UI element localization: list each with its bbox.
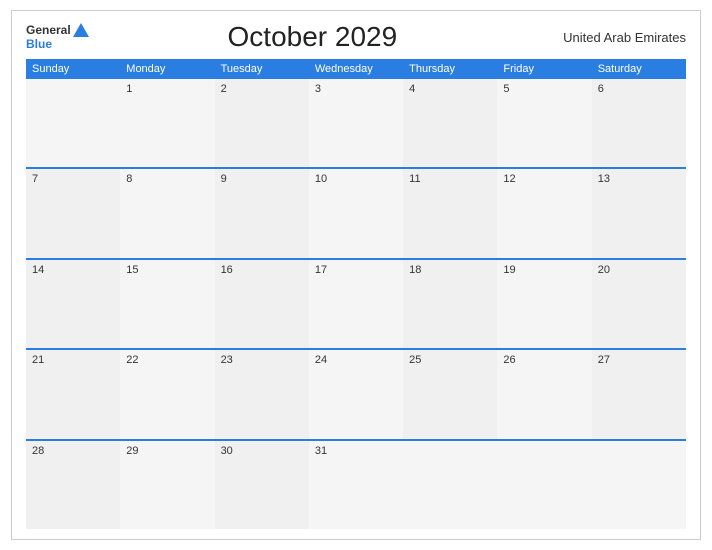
day-header-saturday: Saturday [592,59,686,79]
day-cell: 11 [403,169,497,257]
day-cell: 3 [309,79,403,167]
calendar-country: United Arab Emirates [536,30,686,45]
day-cell: 2 [215,79,309,167]
week-row-2: 7 8 9 10 11 12 13 [26,169,686,259]
logo-triangle-icon [73,23,89,37]
day-cell: 26 [497,350,591,438]
calendar-header: General Blue October 2029 United Arab Em… [26,21,686,53]
day-cell: 19 [497,260,591,348]
day-cell: 20 [592,260,686,348]
day-cell: 17 [309,260,403,348]
day-cell: 16 [215,260,309,348]
logo-blue: Blue [26,37,89,51]
day-cell: 6 [592,79,686,167]
week-row-1: 1 2 3 4 5 6 [26,79,686,169]
day-cell [403,441,497,529]
day-cell: 9 [215,169,309,257]
logo-general: General [26,23,71,37]
day-cell: 23 [215,350,309,438]
day-cell: 29 [120,441,214,529]
day-cell: 31 [309,441,403,529]
day-cell [497,441,591,529]
week-row-5: 28 29 30 31 [26,441,686,529]
day-cell: 25 [403,350,497,438]
day-cell: 13 [592,169,686,257]
day-header-tuesday: Tuesday [215,59,309,79]
day-header-friday: Friday [497,59,591,79]
calendar-title: October 2029 [89,21,536,53]
calendar-grid: Sunday Monday Tuesday Wednesday Thursday… [26,59,686,529]
day-header-sunday: Sunday [26,59,120,79]
day-cell: 27 [592,350,686,438]
logo: General Blue [26,23,89,52]
day-cell: 1 [120,79,214,167]
day-cell: 8 [120,169,214,257]
weeks-container: 1 2 3 4 5 6 7 8 9 10 11 12 13 14 15 16 [26,79,686,529]
day-header-monday: Monday [120,59,214,79]
day-cell: 30 [215,441,309,529]
day-cell: 24 [309,350,403,438]
day-cell [592,441,686,529]
day-header-wednesday: Wednesday [309,59,403,79]
day-cell: 28 [26,441,120,529]
day-cell: 7 [26,169,120,257]
calendar-container: General Blue October 2029 United Arab Em… [11,10,701,540]
day-cell: 12 [497,169,591,257]
day-cell: 10 [309,169,403,257]
day-cell: 4 [403,79,497,167]
week-row-3: 14 15 16 17 18 19 20 [26,260,686,350]
day-cell [26,79,120,167]
day-cell: 22 [120,350,214,438]
day-header-thursday: Thursday [403,59,497,79]
day-cell: 18 [403,260,497,348]
day-cell: 14 [26,260,120,348]
day-cell: 15 [120,260,214,348]
day-cell: 21 [26,350,120,438]
week-row-4: 21 22 23 24 25 26 27 [26,350,686,440]
day-cell: 5 [497,79,591,167]
days-header: Sunday Monday Tuesday Wednesday Thursday… [26,59,686,79]
